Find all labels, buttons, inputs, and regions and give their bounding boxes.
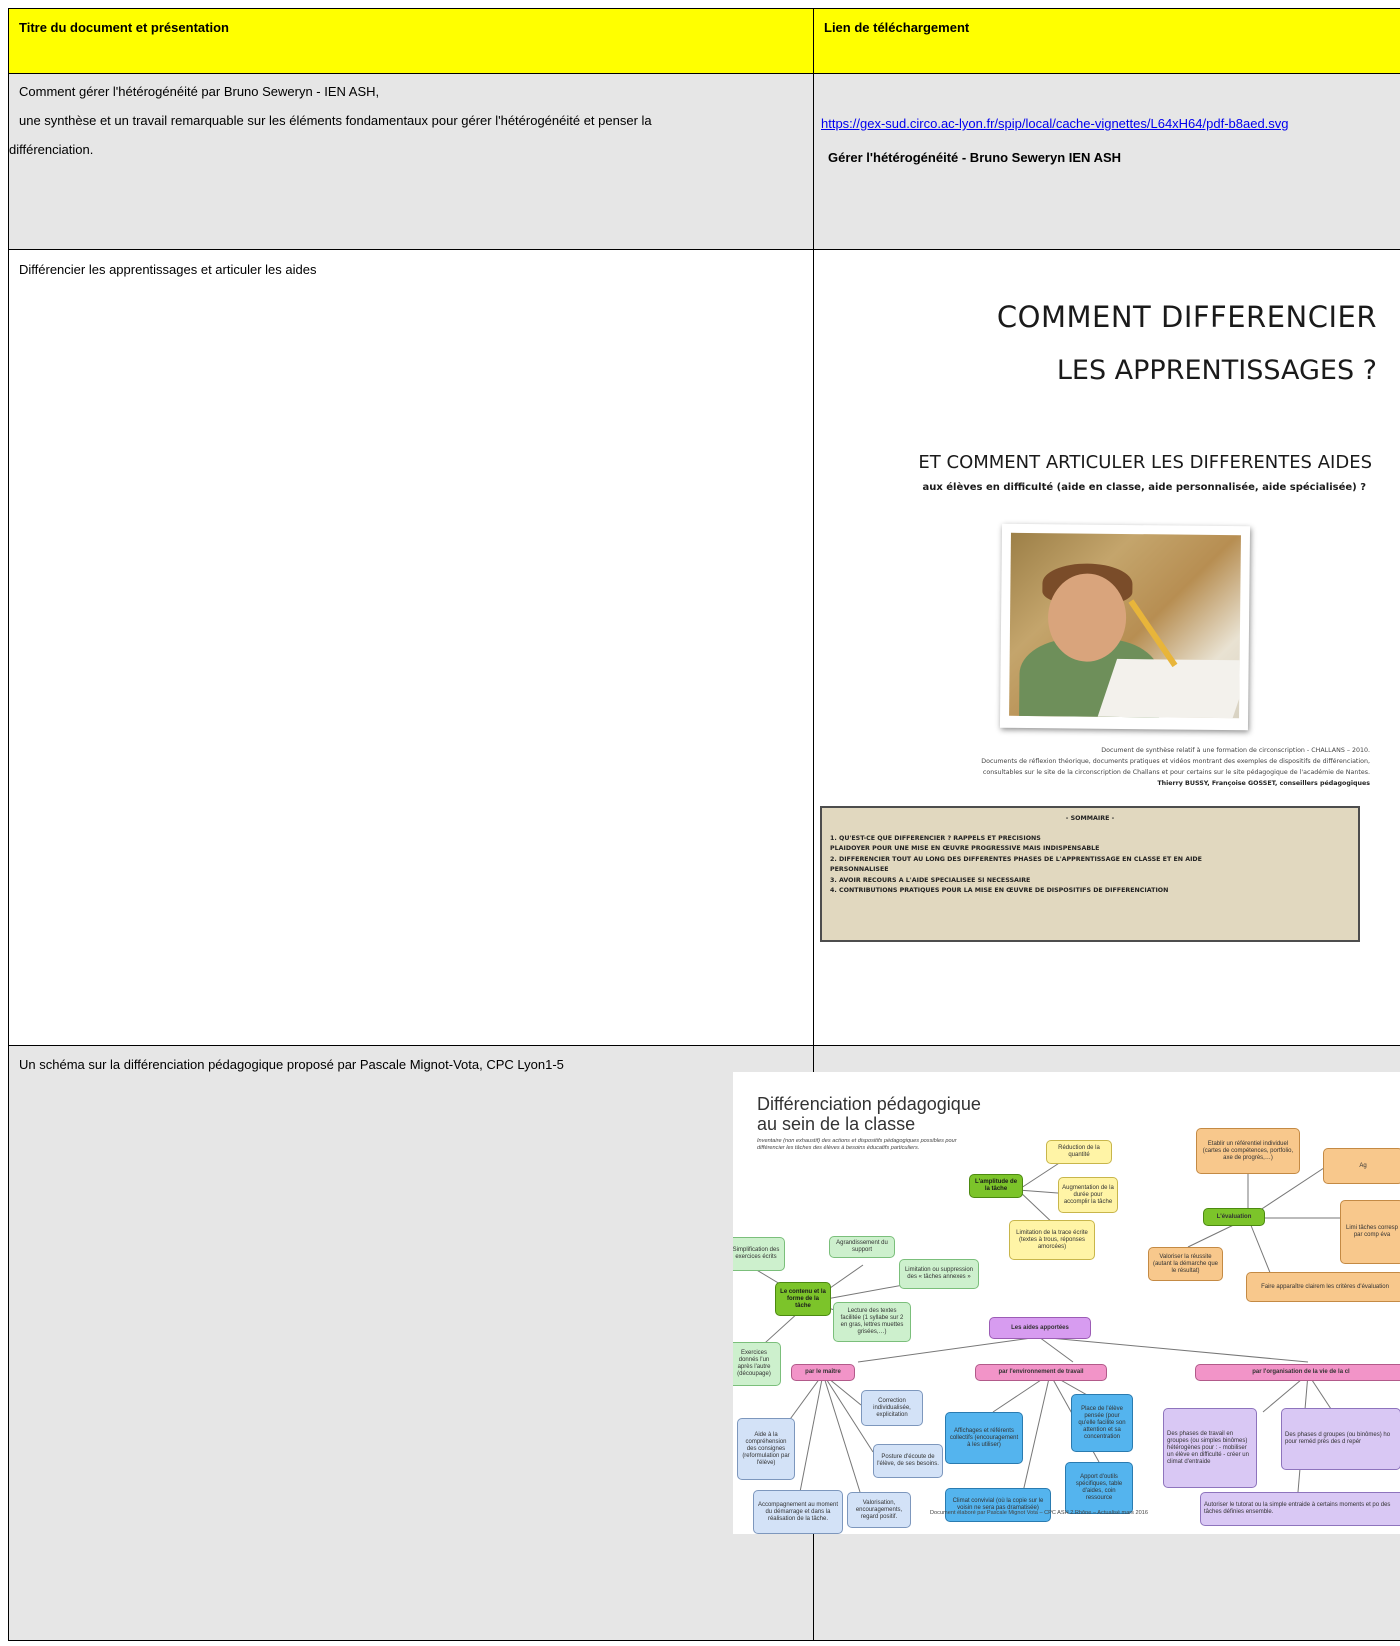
mm-node-phases-heterogenes: Des phases de travail en groupes (ou sim… [1163,1408,1257,1488]
header-link-cell: Lien de téléchargement [813,8,1400,74]
mm-node-accompagnement: Accompagnement au moment du démarrage et… [753,1490,843,1534]
mm-node-environnement: par l'environnement de travail [975,1364,1107,1381]
sommaire-item: PERSONNALISEE [830,866,889,873]
mm-node-apport: Apport d'outils spécifiques, table d'aid… [1065,1462,1133,1514]
mm-node-lecture: Lecture des textes facilitée (1 syllabe … [833,1302,911,1342]
header-row: Titre du document et présentation Lien d… [8,8,1400,74]
row1-description-cell: Comment gérer l'hétérogénéité par Bruno … [8,73,814,250]
download-link[interactable]: https://gex-sud.circo.ac-lyon.fr/spip/lo… [821,116,1400,131]
row2-text: Différencier les apprentissages et artic… [19,262,317,277]
row3-description-cell: Un schéma sur la différenciation pédagog… [8,1045,814,1641]
sommaire-title: - SOMMAIRE - [1065,815,1115,822]
cover-subtitle2: aux élèves en difficulté (aide en classe… [922,482,1366,493]
row1-line3: différenciation. [9,142,94,157]
cover-subtitle: ET COMMENT ARTICULER LES DIFFERENTES AID… [918,452,1372,473]
child-writing-photo [1009,532,1241,719]
document-cover-image[interactable]: COMMENT DIFFERENCIER LES APPRENTISSAGES … [820,300,1400,980]
sommaire-item: 2. DIFFERENCIER TOUT AU LONG DES DIFFERE… [830,855,1202,863]
mm-node-aides: Les aides apportées [989,1317,1091,1339]
mm-node-evaluation: L'évaluation [1203,1208,1265,1226]
table-row: Comment gérer l'hétérogénéité par Bruno … [8,73,1400,250]
sommaire-item: 3. AVOIR RECOURS A L'AIDE SPECIALISEE SI… [830,876,1031,884]
mm-node-climat: Climat convivial (où la copie sur le voi… [945,1488,1051,1522]
mm-node-contenu: Le contenu et la forme de la tâche [775,1282,831,1316]
row2-description-cell: Différencier les apprentissages et artic… [8,249,814,1046]
cover-title-line1: COMMENT DIFFERENCIER [996,300,1377,334]
mm-node-amplitude: L'amplitude de la tâche [969,1174,1023,1198]
sommaire-item: 1. QU'EST-CE QUE DIFFERENCIER ? RAPPELS … [830,834,1041,842]
row1-line1: Comment gérer l'hétérogénéité par Bruno … [19,84,380,99]
cover-title-line2: LES APPRENTISSAGES ? [1056,355,1377,386]
mm-node-valorisation: Valorisation, encouragements, regard pos… [847,1492,911,1528]
row1-link-cell: https://gex-sud.circo.ac-lyon.fr/spip/lo… [813,73,1400,250]
mm-node-posture: Posture d'écoute de l'élève, de ses beso… [873,1444,943,1478]
mm-node-tutorat: Autoriser le tutorat ou la simple entrai… [1200,1492,1400,1526]
header-title-cell: Titre du document et présentation [8,8,814,74]
cover-photo [999,523,1251,731]
mm-node-aide-comprehension: Aide à la compréhension des consignes (r… [737,1418,795,1480]
mm-node-augmentation: Augmentation de la durée pour accomplir … [1058,1177,1118,1213]
sommaire-item: PLAIDOYER POUR UNE MISE EN ŒUVRE PROGRES… [830,845,1100,852]
cover-meta: Document de synthèse relatif à une forma… [981,747,1370,787]
mm-node-correction: Correction individualisée, explicitation [861,1390,923,1426]
mindmap-footer: Document élaboré par Pascale Mignot Vota… [930,1510,1148,1516]
mm-node-organisation: par l'organisation de la vie de la cl [1195,1364,1400,1381]
mm-node-limitation-taches: Limitation ou suppression des « tâches a… [899,1259,979,1289]
mm-node-reduction: Réduction de la quantité [1046,1140,1112,1164]
mm-node-criteres: Faire apparaître clairem les critères d'… [1246,1272,1400,1302]
mm-node-phases-homogenes: Des phases d groupes (ou binômes) ho pou… [1281,1408,1400,1470]
mm-node-exercices: Exercices donnés l'un après l'autre (déc… [733,1342,781,1386]
mm-node-affichages: Affichages et référents collectifs (enco… [945,1412,1023,1464]
sommaire-item: 4. CONTRIBUTIONS PRATIQUES POUR LA MISE … [830,887,1169,894]
row1-line2: une synthèse et un travail remarquable s… [19,113,652,128]
mm-node-limitation-trace: Limitation de la trace écrite (textes à … [1009,1220,1095,1260]
mm-node-limi: Limi tâches corresp par comp éva [1340,1200,1400,1264]
mm-node-referentiel: Etablir un référentiel individuel (carte… [1196,1128,1300,1174]
mindmap-image[interactable]: Différenciation pédagogique au sein de l… [733,1072,1400,1534]
download-link-title: Gérer l'hétérogénéité - Bruno Seweryn IE… [828,150,1122,165]
row3-text: Un schéma sur la différenciation pédagog… [19,1057,564,1072]
mm-node-place: Place de l'élève pensée (pour qu'elle fa… [1071,1394,1133,1452]
mm-node-simplification: Simplification des exercices écrits [733,1237,785,1271]
cover-sommaire: - SOMMAIRE - 1. QU'EST-CE QUE DIFFERENCI… [820,806,1360,942]
mm-node-ag: Ag [1323,1148,1400,1184]
mm-node-valoriser: Valoriser la réussite (autant la démarch… [1148,1247,1223,1281]
mm-node-agrandissement: Agrandissement du support [829,1236,895,1258]
mindmap-subtitle: Inventaire (non exhaustif) des actions e… [757,1138,957,1151]
mindmap-title: Différenciation pédagogique au sein de l… [757,1094,981,1134]
mm-node-maitre: par le maître [791,1364,855,1381]
